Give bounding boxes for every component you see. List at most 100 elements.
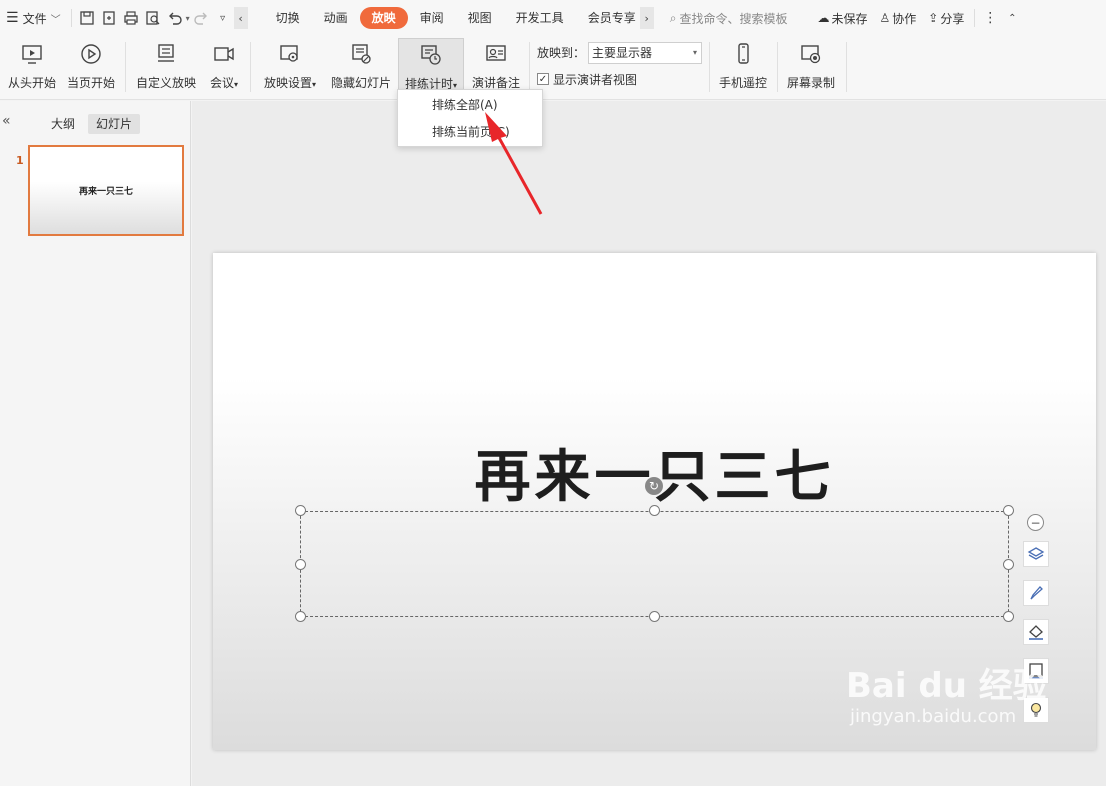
divider (846, 42, 847, 92)
tab-member[interactable]: 会员专享 (576, 7, 640, 29)
rehearse-all-item[interactable]: 排练全部(A) (398, 92, 542, 119)
baidu-watermark: Bai du 经验 jingyan.baidu.com (846, 666, 1047, 727)
search-icon: ⌕ (669, 10, 677, 25)
hide-slide-button[interactable]: 隐藏幻灯片 (329, 38, 393, 96)
share-button[interactable]: ⇪ 分享 (922, 0, 970, 36)
customize-quick-access-icon[interactable]: ▿ (212, 7, 234, 29)
command-search[interactable]: ⌕ 查找命令、搜索模板 (664, 0, 794, 36)
print-icon[interactable] (120, 7, 142, 29)
menu-bar: ☰ 文件 ﹀ ▾ ▿ ‹ 切换 动画 放映 审阅 视图 开发工具 会员专享 › … (0, 0, 1106, 36)
save-icon[interactable] (76, 7, 98, 29)
presenter-view-checkbox[interactable]: ✓ (537, 73, 549, 85)
collapse-panel-icon[interactable]: « (2, 113, 11, 129)
from-start-label: 从头开始 (7, 76, 56, 90)
slide-number: 1 (16, 154, 24, 167)
tab-outline[interactable]: 大纲 (43, 114, 83, 134)
slides-panel: « 大纲 幻灯片 1 再来一只三七 (0, 101, 191, 786)
share-label: 分享 (940, 11, 965, 26)
resize-handle[interactable] (649, 505, 660, 516)
resize-handle[interactable] (1003, 611, 1014, 622)
collapse-tools-icon[interactable]: − (1027, 514, 1044, 531)
thumbnail-title: 再来一只三七 (78, 187, 133, 197)
phone-remote-label: 手机遥控 (718, 76, 767, 90)
tab-slides[interactable]: 幻灯片 (88, 114, 141, 134)
custom-show-label: 自定义放映 (135, 76, 196, 90)
show-on-label: 放映到： (537, 46, 586, 60)
layers-icon[interactable] (1023, 541, 1049, 567)
show-settings-label: 放映设置▾ (264, 74, 316, 91)
chevron-down-icon: ▾ (312, 80, 317, 89)
chevron-down-icon: ▾ (692, 48, 697, 57)
print-preview-icon[interactable] (142, 7, 164, 29)
from-current-button[interactable]: 当页开始 (64, 38, 118, 96)
scroll-left-icon[interactable]: ‹ (233, 7, 248, 29)
unsaved-label: 未保存 (831, 11, 868, 26)
divider (70, 9, 72, 27)
resize-handle[interactable] (295, 611, 306, 622)
meeting-text: 会议 (209, 76, 234, 90)
speaker-notes-icon (482, 40, 510, 68)
rehearse-timing-icon (417, 41, 445, 69)
scroll-right-icon[interactable]: › (639, 7, 654, 29)
tab-developer[interactable]: 开发工具 (504, 7, 576, 29)
fill-color-icon[interactable] (1023, 619, 1049, 645)
show-settings-button[interactable]: 放映设置▾ (259, 38, 321, 96)
redo-icon[interactable] (190, 7, 212, 29)
file-menu[interactable]: ☰ 文件 ﹀ (0, 0, 67, 36)
tab-slideshow[interactable]: 放映 (359, 7, 408, 29)
watermark-url: jingyan.baidu.com (850, 706, 1017, 727)
unsaved-status[interactable]: ☁ 未保存 (811, 0, 873, 36)
play-circle-icon (77, 40, 105, 68)
speaker-notes-button[interactable]: 演讲备注 (469, 38, 523, 96)
meeting-label: 会议▾ (210, 74, 238, 91)
resize-handle[interactable] (295, 559, 306, 570)
resize-handle[interactable] (1003, 505, 1014, 516)
rehearse-dropdown-menu: 排练全部(A) 排练当前页(C) (397, 89, 543, 147)
watermark-brand: Bai du 经验 (846, 666, 1047, 706)
divider (529, 42, 530, 92)
hamburger-icon: ☰ (6, 10, 19, 26)
phone-remote-button[interactable]: 手机遥控 (716, 38, 770, 96)
show-on-select[interactable]: 主要显示器 ▾ (588, 42, 702, 64)
collab-button[interactable]: ♙ 协作 (873, 0, 922, 36)
resize-handle[interactable] (295, 505, 306, 516)
hide-slide-icon (347, 40, 375, 68)
screen-record-icon (797, 40, 825, 68)
tab-review[interactable]: 审阅 (408, 7, 456, 29)
slide-thumbnail[interactable]: 再来一只三七 (28, 145, 184, 236)
show-settings-text: 放映设置 (263, 76, 312, 90)
rehearse-current-item[interactable]: 排练当前页(C) (398, 119, 542, 146)
presenter-view-label: 显示演讲者视图 (553, 72, 638, 87)
rotate-handle-icon[interactable]: ↻ (645, 477, 663, 495)
divider (125, 42, 126, 92)
phone-icon (729, 40, 757, 68)
slide-title[interactable]: 再来一只三七 (213, 432, 1096, 513)
divider (250, 42, 251, 92)
collapse-ribbon-icon[interactable]: ⌃ (1001, 7, 1023, 29)
from-start-button[interactable]: 从头开始 (6, 38, 58, 96)
divider (709, 42, 710, 92)
meeting-button[interactable]: 会议▾ (205, 38, 243, 96)
resize-handle[interactable] (1003, 559, 1014, 570)
chevron-down-icon: ▾ (234, 80, 239, 89)
divider (974, 9, 976, 27)
export-pdf-icon[interactable] (98, 7, 120, 29)
tab-animation[interactable]: 动画 (312, 7, 360, 29)
rehearse-timing-button[interactable]: 排练计时▾ (398, 38, 464, 96)
more-icon[interactable]: ⋮ (979, 7, 1001, 29)
command-search-placeholder: 查找命令、搜索模板 (679, 11, 788, 26)
selected-text-box[interactable] (300, 511, 1009, 617)
presenter-view-option[interactable]: ✓ 显示演讲者视图 (537, 69, 637, 89)
tab-transitions[interactable]: 切换 (264, 7, 312, 29)
custom-show-icon (152, 40, 180, 68)
brush-icon[interactable] (1023, 580, 1049, 606)
custom-show-button[interactable]: 自定义放映 (134, 38, 198, 96)
chevron-down-icon: ﹀ (50, 14, 61, 26)
screen-record-label: 屏幕录制 (786, 76, 835, 90)
video-meeting-icon (210, 40, 238, 68)
undo-icon[interactable] (164, 7, 186, 29)
collab-label: 协作 (892, 11, 917, 26)
resize-handle[interactable] (649, 611, 660, 622)
tab-view[interactable]: 视图 (456, 7, 504, 29)
screen-record-button[interactable]: 屏幕录制 (784, 38, 838, 96)
